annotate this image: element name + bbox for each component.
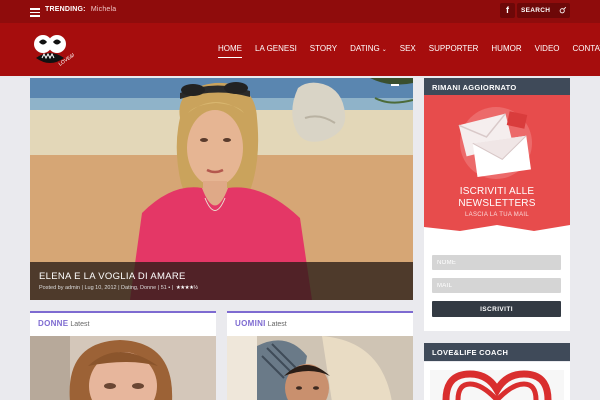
featured-post-title[interactable]: ELENA E LA VOGLIA DI AMARE: [39, 271, 186, 282]
featured-post-meta: Posted by admin | Lug 10, 2012 | Dating,…: [39, 285, 198, 291]
search-icon[interactable]: [559, 6, 567, 14]
coach-logo[interactable]: [424, 362, 570, 400]
category-title[interactable]: DONNE: [38, 319, 68, 328]
comment-icon: ▪: [168, 285, 171, 291]
featured-post[interactable]: ELENA E LA VOGLIA DI AMARE Posted by adm…: [30, 78, 413, 300]
category-subtitle: Latest: [70, 321, 90, 328]
newsletter-title-line1: ISCRIVITI ALLE: [459, 186, 535, 197]
subscribe-button[interactable]: ISCRIVITI: [432, 301, 561, 317]
nav-video[interactable]: VIDEO: [535, 44, 560, 53]
nav-contatti[interactable]: CONTATTI: [573, 44, 600, 53]
featured-post-byline: Posted by admin | Lug 10, 2012 | Dating,…: [39, 285, 167, 291]
main-nav: HOME LA GENESI STORY DATING ⌄ SEX SUPPORT…: [218, 44, 600, 58]
trending-item[interactable]: Michela: [91, 6, 117, 13]
name-field[interactable]: [432, 255, 561, 270]
coach-header: LOVE&LIFE COACH: [424, 343, 570, 361]
nav-home[interactable]: HOME: [218, 44, 242, 58]
newsletter-subtitle: LASCIA LA TUA MAIL: [465, 212, 529, 218]
category-header: UOMINI Latest: [235, 319, 287, 328]
category-header: DONNE Latest: [38, 319, 89, 328]
search-input[interactable]: [521, 5, 557, 16]
nav-sex[interactable]: SEX: [400, 44, 416, 53]
newsletter-title: ISCRIVITI ALLE NEWSLETTERS: [424, 186, 570, 210]
coach-panel: [424, 362, 570, 400]
nav-dating[interactable]: DATING ⌄: [350, 44, 387, 53]
top-bar: TRENDING: Michela f: [0, 0, 600, 23]
newsletter-title-line2: NEWSLETTERS: [458, 198, 536, 209]
category-donne: DONNE Latest: [30, 311, 216, 400]
site-header: LOVE&LIFE HOME LA GENESI STORY DATING ⌄ S…: [0, 23, 600, 76]
minimize-icon[interactable]: [391, 84, 399, 86]
nav-dating-label: DATING: [350, 44, 380, 53]
search-box: [517, 3, 570, 18]
facebook-icon[interactable]: f: [500, 3, 515, 18]
rating-stars: ★★★★½: [175, 285, 198, 291]
newsletter-panel: ISCRIVITI ALLE NEWSLETTERS LASCIA LA TUA…: [424, 95, 570, 239]
newsletter-form: ISCRIVITI: [424, 239, 570, 331]
category-subtitle: Latest: [267, 321, 287, 328]
nav-story[interactable]: STORY: [310, 44, 337, 53]
nav-supporter[interactable]: SUPPORTER: [429, 44, 479, 53]
category-title[interactable]: UOMINI: [235, 319, 266, 328]
email-field[interactable]: [432, 278, 561, 293]
menu-icon[interactable]: [30, 8, 40, 17]
featured-post-caption: ELENA E LA VOGLIA DI AMARE Posted by adm…: [30, 262, 413, 300]
chevron-down-icon: ⌄: [381, 47, 387, 53]
site-logo[interactable]: LOVE&LIFE: [30, 30, 74, 70]
newsletter-header: RIMANI AGGIORNATO: [424, 78, 570, 96]
category-post-image[interactable]: [30, 336, 216, 400]
category-uomini: UOMINI Latest: [227, 311, 413, 400]
nav-la-genesi[interactable]: LA GENESI: [255, 44, 297, 53]
nav-humor[interactable]: HUMOR: [491, 44, 521, 53]
trending-ticker: TRENDING: Michela: [45, 6, 116, 13]
trending-label: TRENDING:: [45, 6, 86, 13]
category-post-image[interactable]: [227, 336, 413, 400]
